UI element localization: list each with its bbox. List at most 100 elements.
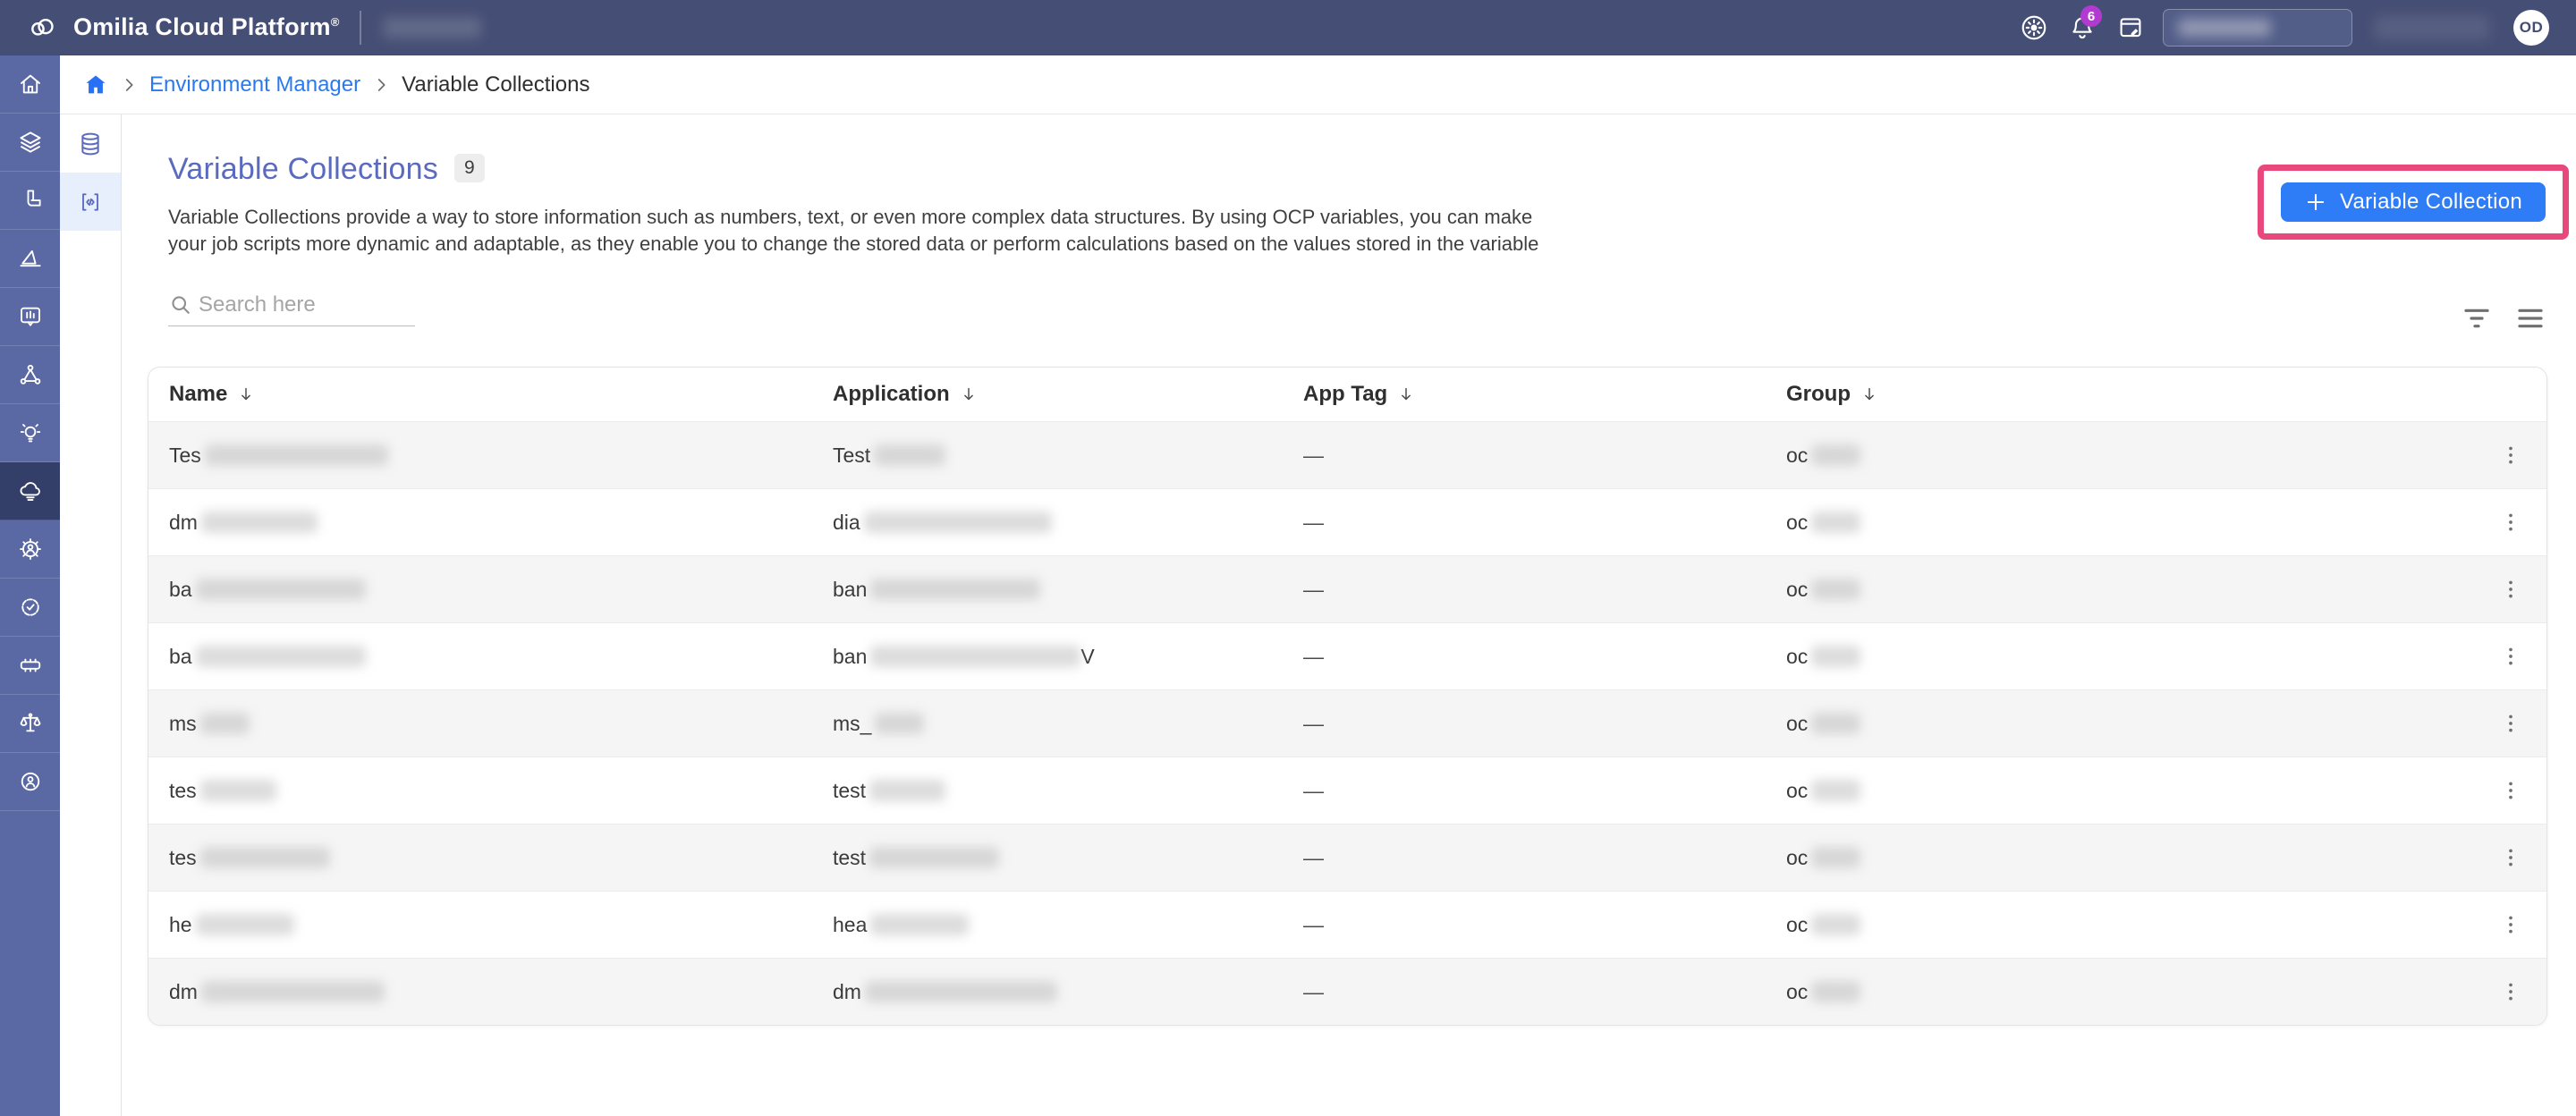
subsidebar-item-entities[interactable]: [60, 114, 121, 173]
row-actions-kebab-icon[interactable]: [2496, 842, 2526, 873]
cell-application: ban: [833, 578, 1303, 602]
row-actions-kebab-icon[interactable]: [2496, 440, 2526, 470]
cell-name: ms: [169, 712, 833, 736]
sidebar-item-automation[interactable]: [0, 637, 60, 695]
cell-application-prefix: Test: [833, 443, 871, 467]
sidebar-item-conversations[interactable]: [0, 288, 60, 346]
cell-name-prefix: ms: [169, 711, 197, 735]
theme-icon[interactable]: [2018, 12, 2050, 44]
home-icon: [20, 74, 40, 94]
sidebar-item-verification[interactable]: [0, 579, 60, 637]
logo[interactable]: Omilia Cloud Platform®: [23, 13, 340, 42]
table-row[interactable]: tes test — oc: [148, 757, 2546, 824]
cell-application-prefix: test: [833, 778, 867, 802]
chevron-right-icon: [371, 75, 391, 95]
cell-application: ms_: [833, 712, 1303, 736]
sidebar-item-home[interactable]: [0, 55, 60, 114]
cell-name-redaction: [195, 579, 366, 600]
cell-app-tag: —: [1303, 980, 1786, 1004]
primary-sidebar: [0, 55, 60, 1116]
cell-name: ba: [169, 645, 833, 669]
chevron-right-icon: [119, 75, 139, 95]
row-actions-kebab-icon[interactable]: [2496, 909, 2526, 940]
sidebar-item-design[interactable]: [0, 230, 60, 288]
cell-group-redaction: [1811, 646, 1861, 667]
notifications-bell-icon[interactable]: 6: [2066, 5, 2102, 44]
cell-group: oc: [1786, 980, 2475, 1004]
sidebar-item-support[interactable]: [0, 753, 60, 811]
table-row[interactable]: ba ban V — oc: [148, 622, 2546, 689]
row-actions-kebab-icon[interactable]: [2496, 775, 2526, 806]
cell-name-redaction: [195, 646, 366, 667]
cell-application: Test: [833, 444, 1303, 468]
table-row[interactable]: dm dm — oc: [148, 958, 2546, 1025]
cell-application: hea: [833, 913, 1303, 937]
row-actions-kebab-icon[interactable]: [2496, 574, 2526, 604]
plus-icon: [2307, 193, 2325, 211]
sidebar-item-environment-manager[interactable]: [0, 462, 60, 520]
column-header-app-tag[interactable]: App Tag: [1303, 382, 1786, 407]
table-row[interactable]: Tes Test — oc: [148, 421, 2546, 488]
cell-group-prefix: oc: [1786, 979, 1809, 1003]
column-header-application[interactable]: Application: [833, 382, 1303, 407]
list-view-icon[interactable]: [2516, 304, 2545, 333]
avatar[interactable]: OD: [2513, 10, 2549, 46]
cell-group-redaction: [1811, 981, 1861, 1002]
table-row[interactable]: he hea — oc: [148, 891, 2546, 958]
cell-apptag: —: [1303, 443, 1324, 467]
cell-group-prefix: oc: [1786, 778, 1809, 802]
cell-name: dm: [169, 980, 833, 1004]
cell-application-redaction: [863, 512, 1052, 533]
cell-name-redaction: [200, 981, 385, 1002]
sidebar-item-user-settings[interactable]: [0, 520, 60, 579]
sidebar-item-network[interactable]: [0, 346, 60, 404]
cell-app-tag: —: [1303, 846, 1786, 870]
sidebar-item-pipeline[interactable]: [0, 172, 60, 230]
cell-app-tag: —: [1303, 779, 1786, 803]
cell-apptag: —: [1303, 845, 1324, 869]
add-variable-collection-button[interactable]: Variable Collection: [2280, 182, 2546, 222]
sort-descending-icon: [1865, 387, 1874, 401]
sidebar-item-layers[interactable]: [0, 114, 60, 172]
page-description-line1: Variable Collections provide a way to st…: [168, 206, 1533, 228]
cell-group-redaction: [1811, 512, 1861, 533]
cell-application-redaction: [869, 847, 1000, 868]
topbar-search-input[interactable]: [2163, 9, 2352, 46]
table-row[interactable]: dm dia — oc: [148, 488, 2546, 555]
table-row[interactable]: tes test — oc: [148, 824, 2546, 891]
sidebar-item-compliance[interactable]: [0, 695, 60, 753]
cell-group-prefix: oc: [1786, 577, 1809, 601]
search-input[interactable]: [197, 292, 415, 318]
table-header-row: Name Application App Tag Group: [148, 368, 2546, 421]
subsidebar-item-variable-collections[interactable]: [60, 173, 121, 231]
topbar-actions: 6 OD: [2018, 0, 2576, 55]
row-actions-kebab-icon[interactable]: [2496, 641, 2526, 672]
breadcrumb-home-icon[interactable]: [83, 72, 108, 97]
table-search: [168, 292, 415, 326]
row-actions-kebab-icon[interactable]: [2496, 507, 2526, 537]
cell-application-prefix: ban: [833, 644, 868, 668]
cell-application: test: [833, 779, 1303, 803]
cell-group-redaction: [1811, 847, 1861, 868]
user-settings-gear-icon: [19, 538, 41, 560]
row-actions-kebab-icon[interactable]: [2496, 976, 2526, 1007]
filter-icon[interactable]: [2462, 304, 2491, 333]
notification-count-badge: 6: [2080, 5, 2102, 27]
table-row[interactable]: ba ban — oc: [148, 555, 2546, 622]
page-description: Variable Collections provide a way to st…: [168, 204, 1538, 258]
pipeline-icon: [27, 190, 41, 207]
cell-name-prefix: tes: [169, 778, 197, 802]
cell-group: oc: [1786, 578, 2475, 602]
cell-group-redaction: [1811, 444, 1861, 466]
cell-application-prefix: ms_: [833, 711, 872, 735]
column-header-name[interactable]: Name: [169, 382, 833, 407]
row-actions-kebab-icon[interactable]: [2496, 708, 2526, 739]
sidebar-item-insights[interactable]: [0, 404, 60, 462]
release-notes-icon[interactable]: [2114, 12, 2147, 44]
column-header-group[interactable]: Group: [1786, 382, 2475, 407]
insights-bulb-icon: [20, 424, 40, 443]
breadcrumb-link-environment-manager[interactable]: Environment Manager: [149, 72, 360, 97]
cell-name-prefix: ba: [169, 577, 192, 601]
table-row[interactable]: ms ms_ — oc: [148, 689, 2546, 757]
cell-apptag: —: [1303, 711, 1324, 735]
